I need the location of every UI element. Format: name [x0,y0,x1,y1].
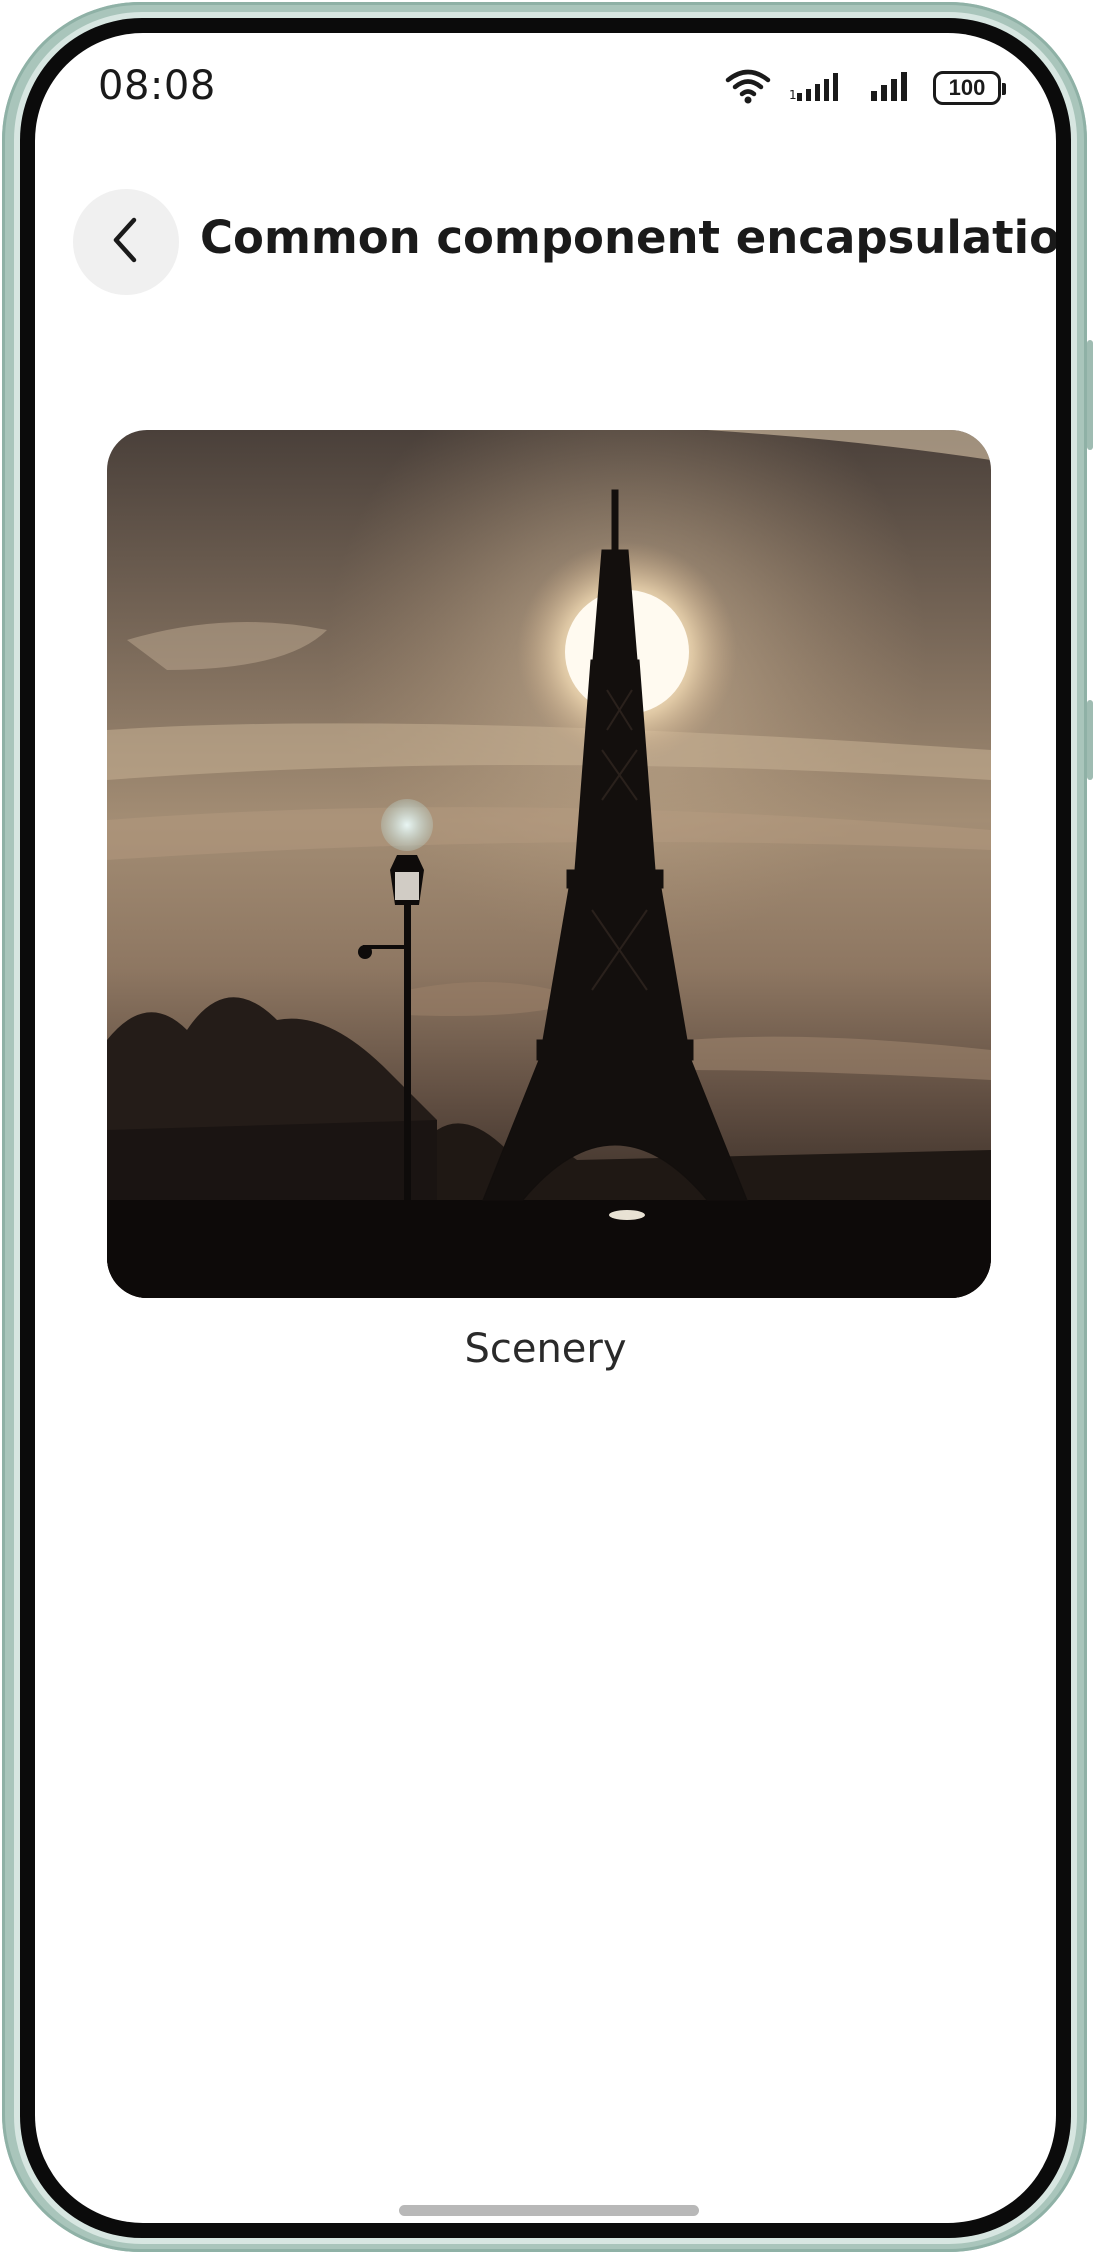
wifi-icon [725,68,771,108]
status-bar: 08:08 1 100 [35,33,1056,143]
signal-icon: 1 [789,69,851,107]
battery-level: 100 [948,75,986,100]
scenery-image[interactable] [107,430,991,1298]
status-time: 08:08 [98,63,216,109]
power-key [1087,700,1093,780]
chevron-left-icon [106,214,146,270]
status-icons: 1 100 [725,65,1006,111]
home-indicator[interactable] [399,2205,699,2216]
svg-text:1: 1 [789,88,797,102]
title-bar: Common component encapsulation [35,153,1056,295]
volume-key [1087,340,1093,450]
battery-icon: 100 [933,71,1006,105]
signal-icon [869,69,915,107]
screen: 08:08 1 100 Common component encapsulati… [35,33,1056,2223]
phone-device: 08:08 1 100 Common component encapsulati… [0,0,1093,2258]
back-button[interactable] [73,189,179,295]
page-title: Common component encapsulation [200,211,1056,264]
image-caption: Scenery [464,1326,627,1372]
